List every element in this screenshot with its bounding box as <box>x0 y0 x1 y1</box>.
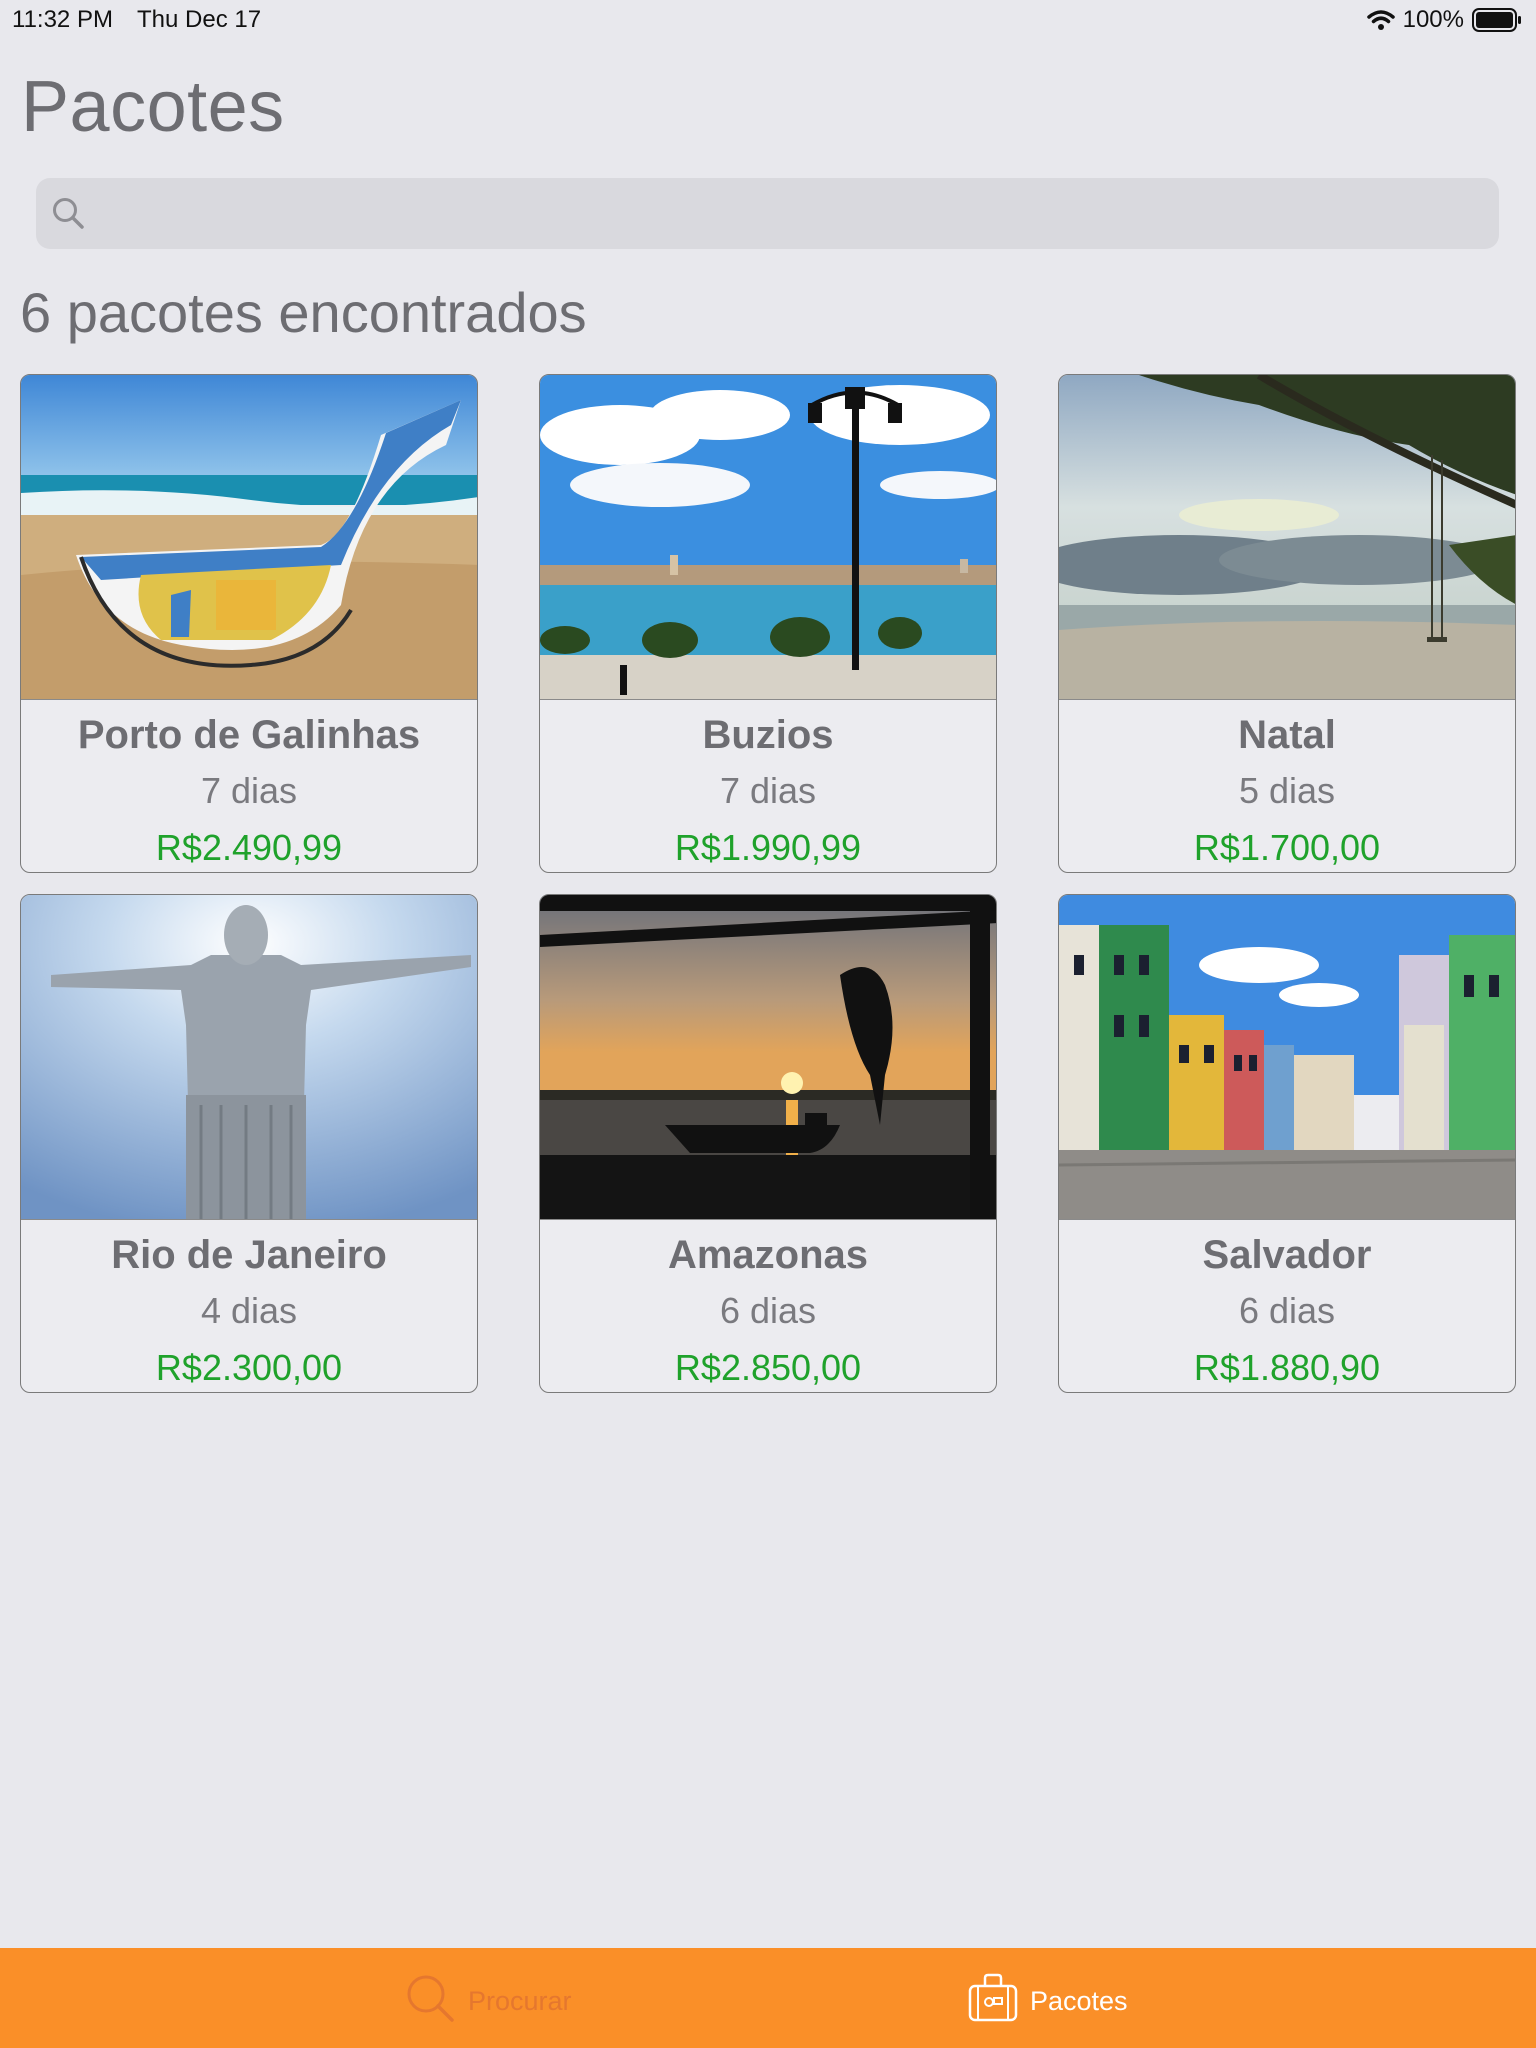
wifi-icon <box>1366 9 1395 31</box>
package-card[interactable]: Amazonas 6 dias R$2.850,00 <box>539 894 997 1393</box>
package-name: Porto de Galinhas <box>77 713 421 757</box>
status-date: Thu Dec 17 <box>137 6 262 33</box>
package-card[interactable]: Rio de Janeiro 4 dias R$2.300,00 <box>20 894 478 1393</box>
search-icon <box>404 1972 456 2031</box>
package-price: R$2.490,99 <box>155 827 343 868</box>
christ-statue-image <box>21 895 477 1220</box>
search-bar[interactable] <box>36 178 1499 249</box>
package-price: R$2.850,00 <box>674 1347 862 1388</box>
package-card[interactable]: Salvador 6 dias R$1.880,90 <box>1058 894 1516 1393</box>
package-name: Salvador <box>1202 1233 1372 1277</box>
search-input[interactable] <box>98 182 1499 245</box>
status-indicators: 100% <box>1366 6 1522 34</box>
tab-label: Pacotes <box>1030 1986 1128 2016</box>
package-name: Natal <box>1238 713 1336 757</box>
package-price: R$1.990,99 <box>674 827 862 868</box>
tab-pacotes[interactable]: Pacotes <box>968 1972 1128 2031</box>
package-name: Rio de Janeiro <box>111 1233 387 1277</box>
package-grid: Porto de Galinhas 7 dias R$2.490,99 Buzi… <box>20 374 1516 1393</box>
package-name: Buzios <box>702 713 834 757</box>
suitcase-icon <box>968 1972 1018 2031</box>
package-duration: 4 dias <box>200 1290 298 1331</box>
river-sunset-image <box>540 895 996 1220</box>
package-price: R$1.880,90 <box>1193 1347 1381 1388</box>
package-card[interactable]: Buzios 7 dias R$1.990,99 <box>539 374 997 873</box>
package-duration: 5 dias <box>1238 770 1336 811</box>
tab-label: Procurar <box>468 1986 572 2016</box>
results-count: 6 pacotes encontrados <box>20 281 587 344</box>
beach-tree-swing-image <box>1059 375 1515 700</box>
package-name: Amazonas <box>667 1233 869 1277</box>
tab-bar: Procurar Pacotes <box>0 1948 1536 2048</box>
status-time: 11:32 PM <box>12 6 113 33</box>
tab-procurar[interactable]: Procurar <box>404 1972 572 2031</box>
package-duration: 7 dias <box>719 770 817 811</box>
package-price: R$1.700,00 <box>1193 827 1381 868</box>
package-duration: 6 dias <box>1238 1290 1336 1331</box>
package-duration: 7 dias <box>200 770 298 811</box>
battery-icon <box>1472 8 1522 32</box>
colonial-street-image <box>1059 895 1515 1220</box>
page-title: Pacotes <box>21 67 285 147</box>
status-bar: 11:32 PM Thu Dec 17 100% <box>0 0 1536 40</box>
waterfront-lamp-image <box>540 375 996 700</box>
package-price: R$2.300,00 <box>155 1347 343 1388</box>
search-icon <box>50 195 88 233</box>
package-card[interactable]: Porto de Galinhas 7 dias R$2.490,99 <box>20 374 478 873</box>
beach-boat-image <box>21 375 477 700</box>
battery-percentage: 100% <box>1402 6 1464 33</box>
package-card[interactable]: Natal 5 dias R$1.700,00 <box>1058 374 1516 873</box>
package-duration: 6 dias <box>719 1290 817 1331</box>
